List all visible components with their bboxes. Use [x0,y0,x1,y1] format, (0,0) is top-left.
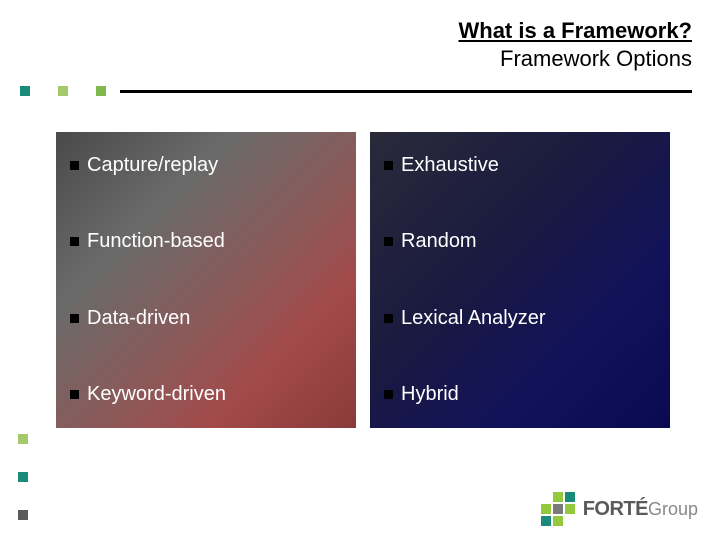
accent-square-icon [96,86,106,96]
bullet-icon [384,314,393,323]
accent-square-icon [58,86,68,96]
bullet-icon [384,237,393,246]
accent-square-icon [18,472,28,482]
slide-subtitle: Framework Options [0,46,692,72]
slide-header: What is a Framework? Framework Options [0,0,720,80]
bullet-icon [70,314,79,323]
accent-square-icon [18,434,28,444]
list-item: Data-driven [70,307,342,330]
divider-row [0,86,720,96]
content-panels: Capture/replay Function-based Data-drive… [56,132,684,428]
bullet-icon [70,161,79,170]
list-item-label: Capture/replay [87,154,218,177]
horizontal-rule [120,90,692,93]
list-item: Exhaustive [384,154,656,177]
logo-primary: FORTÉ [583,498,648,521]
accent-square-icon [20,86,30,96]
list-item-label: Function-based [87,230,225,253]
left-panel: Capture/replay Function-based Data-drive… [56,132,356,428]
accent-square-icon [18,510,28,520]
list-item-label: Hybrid [401,383,459,406]
logo-secondary: Group [648,499,698,520]
list-item-label: Exhaustive [401,154,499,177]
side-accent-column [18,434,28,520]
footer-logo: FORTÉ Group [541,492,698,526]
bullet-icon [70,390,79,399]
logo-text: FORTÉ Group [583,498,698,521]
list-item: Lexical Analyzer [384,307,656,330]
list-item: Function-based [70,230,342,253]
list-item: Keyword-driven [70,383,342,406]
list-item-label: Random [401,230,477,253]
list-item-label: Data-driven [87,307,190,330]
list-item-label: Lexical Analyzer [401,307,546,330]
right-panel: Exhaustive Random Lexical Analyzer Hybri… [370,132,670,428]
list-item-label: Keyword-driven [87,383,226,406]
list-item: Hybrid [384,383,656,406]
list-item: Capture/replay [70,154,342,177]
list-item: Random [384,230,656,253]
logo-mark-icon [541,492,575,526]
slide-title: What is a Framework? [0,18,692,44]
bullet-icon [384,161,393,170]
bullet-icon [384,390,393,399]
bullet-icon [70,237,79,246]
